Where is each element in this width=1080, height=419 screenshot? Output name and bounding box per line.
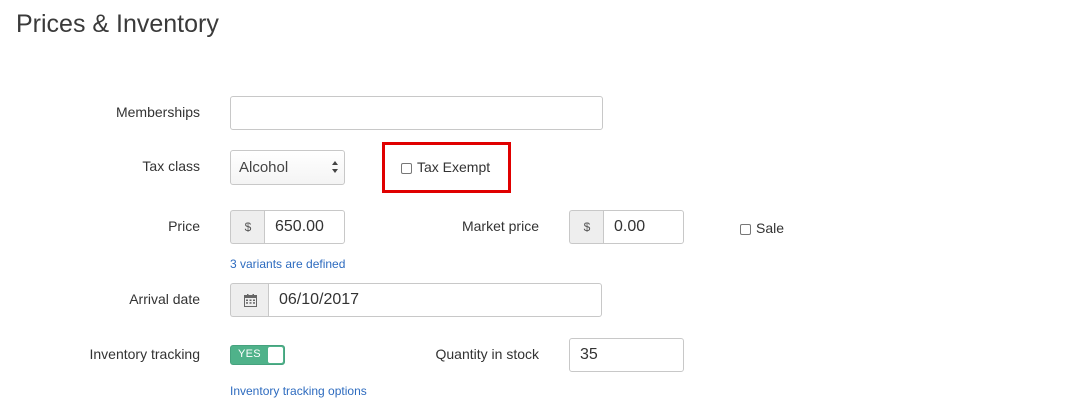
toggle-yes-text: YES xyxy=(238,348,261,360)
price-label: Price xyxy=(168,218,200,234)
tax-class-select[interactable]: Alcohol xyxy=(230,150,345,185)
memberships-label: Memberships xyxy=(115,104,200,120)
tax-exempt-checkbox[interactable] xyxy=(401,163,412,174)
calendar-icon xyxy=(243,293,257,307)
toggle-knob xyxy=(268,347,283,363)
arrival-date-input[interactable] xyxy=(268,283,602,317)
tax-class-selected: Alcohol xyxy=(239,159,289,176)
inventory-tracking-options-link[interactable]: Inventory tracking options xyxy=(230,384,367,398)
sale-checkbox[interactable] xyxy=(740,224,751,235)
quantity-label: Quantity in stock xyxy=(435,346,540,362)
memberships-input[interactable] xyxy=(230,96,603,130)
price-input[interactable] xyxy=(264,210,345,244)
arrival-date-label: Arrival date xyxy=(129,291,200,307)
page-title: Prices & Inventory xyxy=(16,10,219,38)
tax-class-label: Tax class xyxy=(142,158,200,174)
inventory-tracking-label: Inventory tracking xyxy=(89,346,201,362)
calendar-addon[interactable] xyxy=(230,283,269,317)
market-price-label: Market price xyxy=(461,218,539,234)
inventory-tracking-toggle[interactable]: YES xyxy=(230,345,285,365)
price-currency-addon: $ xyxy=(230,210,265,244)
tax-exempt-label[interactable]: Tax Exempt xyxy=(417,159,490,175)
market-price-currency-addon: $ xyxy=(569,210,604,244)
sale-label[interactable]: Sale xyxy=(756,220,784,236)
variants-link[interactable]: 3 variants are defined xyxy=(230,257,345,271)
select-arrows-icon xyxy=(332,161,338,173)
quantity-input[interactable] xyxy=(569,338,684,372)
market-price-input[interactable] xyxy=(603,210,684,244)
